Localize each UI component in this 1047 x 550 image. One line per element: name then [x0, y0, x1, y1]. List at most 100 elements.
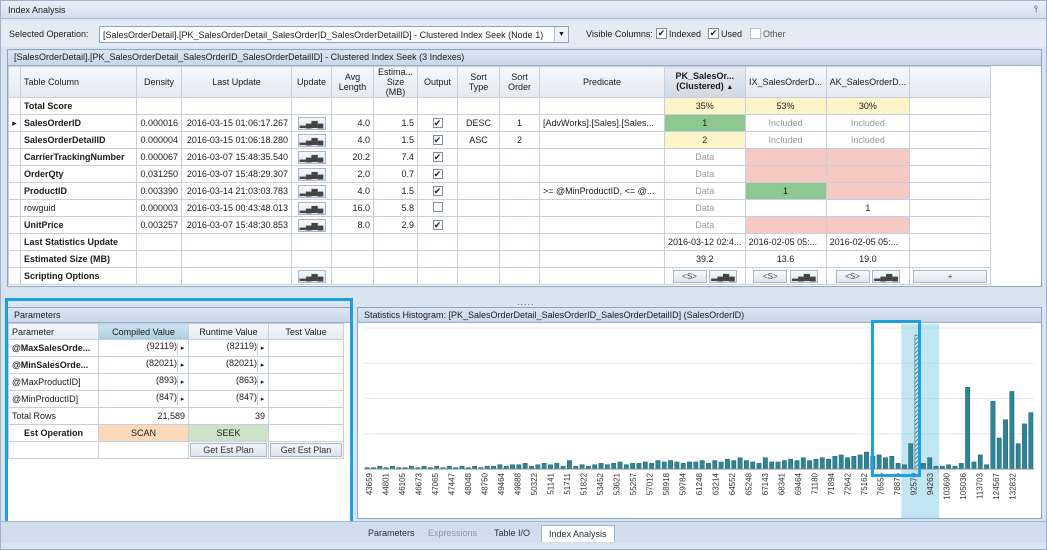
- index-ak-cell[interactable]: [825, 182, 911, 200]
- histogram-bar[interactable]: [693, 461, 699, 470]
- table-row[interactable]: SalesOrderDetailID 0.000004 2016-03-15 01:…: [8, 131, 992, 149]
- histogram-bar[interactable]: [902, 464, 907, 470]
- histogram-bar[interactable]: [680, 463, 686, 470]
- histogram-bar[interactable]: [807, 460, 813, 470]
- col-parameter[interactable]: Parameter: [8, 323, 99, 340]
- histogram-bar[interactable]: [984, 464, 990, 470]
- histogram-bar[interactable]: [914, 334, 920, 470]
- index-ak-cell[interactable]: Included: [825, 131, 911, 149]
- col-index-ix[interactable]: IX_SalesOrderD...: [744, 66, 827, 98]
- histogram-bar[interactable]: [990, 401, 996, 470]
- histogram-bar[interactable]: [737, 457, 743, 470]
- chevron-right-icon[interactable]: ▸: [177, 359, 187, 372]
- histogram-bar[interactable]: [920, 463, 926, 470]
- tab-parameters[interactable]: Parameters: [361, 525, 422, 542]
- index-ix-cell[interactable]: [744, 199, 827, 217]
- stats-pk-button[interactable]: ▂▄▆▄: [709, 269, 738, 283]
- histogram-bar[interactable]: [699, 460, 705, 470]
- histogram-bar[interactable]: [617, 461, 623, 470]
- chevron-right-icon[interactable]: ▸: [177, 376, 187, 389]
- parameter-row[interactable]: @MaxSalesOrde... ▸ (92119) ▸ (82119): [8, 339, 344, 357]
- histogram-bar[interactable]: [636, 463, 642, 470]
- chevron-right-icon[interactable]: ▸: [257, 393, 267, 406]
- histogram-bar[interactable]: [845, 457, 850, 470]
- histogram-bar[interactable]: [883, 457, 888, 470]
- histogram-bar[interactable]: [548, 464, 553, 470]
- index-ix-cell[interactable]: Included: [744, 131, 827, 149]
- histogram-bar[interactable]: [895, 463, 901, 470]
- tab-expressions[interactable]: Expressions: [421, 525, 484, 542]
- update-stats-button[interactable]: ▂▄▆▄: [297, 184, 326, 198]
- index-ix-cell[interactable]: 1: [744, 182, 827, 200]
- histogram-bar[interactable]: [497, 464, 503, 470]
- index-ix-cell[interactable]: [744, 165, 827, 183]
- output-checkbox[interactable]: ✔: [432, 186, 443, 196]
- histogram-bar[interactable]: [826, 458, 831, 470]
- pin-icon[interactable]: ⫯: [1034, 4, 1038, 15]
- update-stats-button[interactable]: ▂▄▆▄: [297, 201, 326, 215]
- histogram-bar[interactable]: [750, 461, 756, 470]
- histogram-bar[interactable]: [687, 461, 692, 470]
- output-checkbox[interactable]: ✔: [432, 220, 443, 230]
- histogram-bar[interactable]: [977, 454, 983, 470]
- index-ak-cell[interactable]: 1: [825, 199, 911, 217]
- histogram-bar[interactable]: [857, 454, 863, 470]
- histogram-bar[interactable]: [851, 456, 857, 470]
- histogram-bar[interactable]: [661, 461, 667, 470]
- test-value[interactable]: [268, 373, 344, 391]
- table-row[interactable]: rowguid 0.000003 2016-03-15 00:43:48.013 ▂▄…: [8, 199, 992, 217]
- histogram-bar[interactable]: [927, 457, 933, 470]
- get-est-plan-runtime-button[interactable]: Get Est Plan: [190, 443, 267, 457]
- col-density[interactable]: Density: [136, 66, 182, 98]
- histogram-bar[interactable]: [838, 454, 844, 470]
- get-est-plan-test-button[interactable]: Get Est Plan: [270, 443, 342, 457]
- parameter-row[interactable]: @MaxProductID] ▸ (893) ▸ (863): [8, 373, 344, 391]
- histogram-bar[interactable]: [819, 457, 825, 470]
- histogram-bar[interactable]: [516, 464, 522, 470]
- table-row[interactable]: ProductID 0.003390 2016-03-14 21:03:03.783…: [8, 182, 992, 200]
- index-ix-cell[interactable]: [744, 148, 827, 166]
- histogram-bar[interactable]: [725, 458, 730, 470]
- histogram-bar[interactable]: [756, 463, 762, 470]
- update-stats-button[interactable]: ▂▄▆▄: [297, 150, 326, 164]
- histogram-bar[interactable]: [567, 460, 572, 470]
- histogram-bar[interactable]: [1003, 419, 1008, 470]
- chevron-right-icon[interactable]: ▸: [177, 342, 187, 355]
- histogram-bar[interactable]: [781, 460, 787, 470]
- index-pk-cell[interactable]: 1: [664, 114, 746, 132]
- histogram-bar[interactable]: [965, 386, 971, 470]
- histogram-bar[interactable]: [604, 464, 610, 470]
- index-pk-cell[interactable]: Data: [664, 148, 746, 166]
- splitter-grip[interactable]: .....: [517, 297, 535, 307]
- histogram-bar[interactable]: [674, 461, 680, 470]
- index-pk-cell[interactable]: Data: [664, 199, 746, 217]
- histogram-bar[interactable]: [946, 464, 952, 470]
- chevron-right-icon[interactable]: ▸: [257, 359, 267, 372]
- histogram-bar[interactable]: [788, 458, 794, 470]
- histogram-bar[interactable]: [510, 464, 515, 470]
- col-table-column[interactable]: Table Column: [20, 66, 137, 98]
- histogram-bar[interactable]: [579, 464, 585, 470]
- tab-index-analysis[interactable]: Index Analysis: [541, 525, 615, 542]
- output-checkbox[interactable]: ✔: [432, 118, 443, 128]
- index-ak-cell[interactable]: [825, 165, 911, 183]
- update-stats-button[interactable]: ▂▄▆▄: [297, 218, 326, 232]
- histogram-bar[interactable]: [762, 457, 768, 470]
- chevron-right-icon[interactable]: ▸: [257, 376, 267, 389]
- histogram-bar[interactable]: [522, 463, 528, 470]
- col-runtime-value[interactable]: Runtime Value: [188, 323, 269, 340]
- histogram-bar[interactable]: [731, 460, 737, 470]
- histogram-bar[interactable]: [649, 463, 655, 470]
- col-last-update[interactable]: Last Update: [181, 66, 292, 98]
- histogram-bar[interactable]: [743, 460, 749, 470]
- col-compiled-value[interactable]: Compiled Value: [98, 323, 189, 340]
- histogram-bar[interactable]: [623, 464, 629, 470]
- histogram-bar[interactable]: [630, 463, 636, 470]
- col-update[interactable]: Update: [291, 66, 332, 98]
- chevron-down-icon[interactable]: ▼: [554, 27, 568, 42]
- histogram-bar[interactable]: [712, 460, 718, 470]
- table-row[interactable]: CarrierTrackingNumber 0.000067 2016-03-07 …: [8, 148, 992, 166]
- script-pk-button[interactable]: <S>: [672, 269, 707, 283]
- index-pk-cell[interactable]: Data: [664, 216, 746, 234]
- histogram-bar[interactable]: [908, 443, 914, 470]
